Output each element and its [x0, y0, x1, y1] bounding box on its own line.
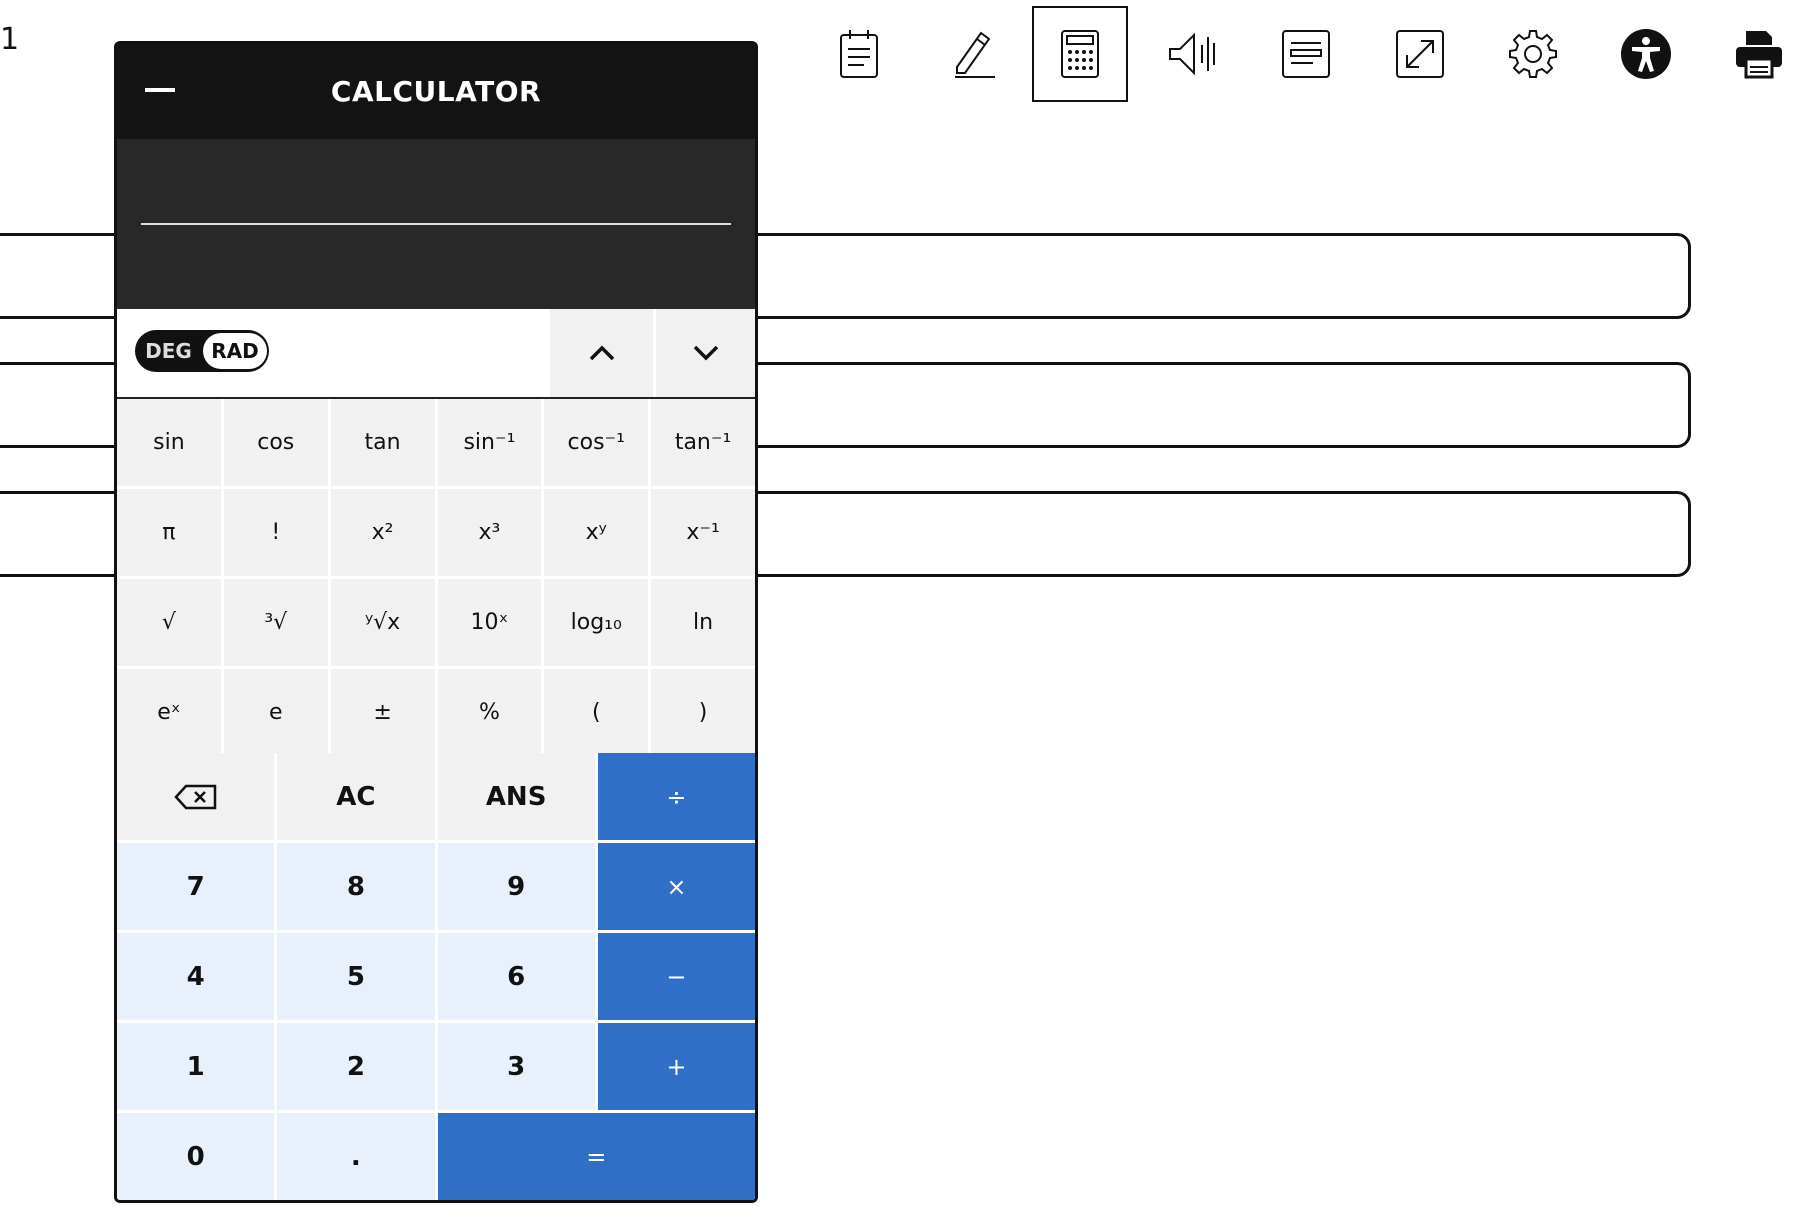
deg-label: DEG — [145, 339, 192, 363]
calculator-input[interactable] — [141, 189, 731, 223]
calculator-title: CALCULATOR — [330, 75, 542, 108]
speaker-icon — [1169, 32, 1215, 76]
line-reader-button[interactable] — [1258, 6, 1354, 102]
equals-key[interactable]: = — [437, 1113, 755, 1200]
arccos-key[interactable]: cos⁻¹ — [544, 399, 649, 486]
digit-5-key[interactable]: 5 — [277, 933, 435, 1020]
digit-3-key[interactable]: 3 — [437, 1023, 595, 1110]
highlighter-icon — [955, 31, 995, 78]
arctan-key[interactable]: tan⁻¹ — [651, 399, 755, 486]
display-underline — [141, 223, 731, 225]
deg-rad-toggle[interactable]: DEG RAD — [135, 330, 269, 372]
square-key[interactable]: x² — [330, 489, 435, 576]
digit-8-key[interactable]: 8 — [277, 843, 435, 930]
backspace-key[interactable] — [117, 753, 275, 840]
reciprocal-key[interactable]: x⁻¹ — [651, 489, 755, 576]
percent-key[interactable]: % — [437, 669, 542, 756]
digit-2-key[interactable]: 2 — [277, 1023, 435, 1110]
settings-button[interactable] — [1485, 6, 1581, 102]
backspace-icon — [173, 784, 216, 809]
scroll-up-button[interactable] — [550, 309, 653, 397]
decimal-key[interactable]: . — [277, 1113, 435, 1200]
cube-root-key[interactable]: ³√ — [223, 579, 328, 666]
digit-1-key[interactable]: 1 — [117, 1023, 275, 1110]
exp-key[interactable]: eˣ — [117, 669, 221, 756]
power-key[interactable]: xʸ — [544, 489, 649, 576]
digit-6-key[interactable]: 6 — [437, 933, 595, 1020]
scroll-down-button[interactable] — [656, 309, 755, 397]
accessibility-button[interactable] — [1598, 6, 1694, 102]
multiply-key[interactable]: × — [597, 843, 755, 930]
minus-key[interactable]: − — [597, 933, 755, 1020]
calculator-display — [117, 139, 755, 309]
rad-label: RAD — [203, 333, 267, 369]
digit-0-key[interactable]: 0 — [117, 1113, 275, 1200]
minimize-icon[interactable] — [145, 88, 175, 92]
sqrt-key[interactable]: √ — [117, 579, 221, 666]
calculator-button[interactable] — [1032, 6, 1128, 102]
factorial-key[interactable]: ! — [223, 489, 328, 576]
digit-7-key[interactable]: 7 — [117, 843, 275, 930]
scientific-keypad: sin cos tan sin⁻¹ cos⁻¹ tan⁻¹ π ! x² x³ … — [117, 399, 755, 756]
pi-key[interactable]: π — [117, 489, 221, 576]
digit-9-key[interactable]: 9 — [437, 843, 595, 930]
expand-icon — [1396, 30, 1444, 78]
question-number: 1 — [0, 22, 20, 57]
ln-key[interactable]: ln — [651, 579, 755, 666]
ten-power-key[interactable]: 10ˣ — [437, 579, 542, 666]
cos-key[interactable]: cos — [223, 399, 328, 486]
highlighter-button[interactable] — [924, 6, 1020, 102]
accessibility-icon — [1621, 29, 1671, 79]
all-clear-key[interactable]: AC — [277, 753, 435, 840]
notepad-button[interactable] — [811, 6, 907, 102]
calculator-header[interactable]: CALCULATOR — [117, 44, 755, 139]
sin-key[interactable]: sin — [117, 399, 221, 486]
arcsin-key[interactable]: sin⁻¹ — [437, 399, 542, 486]
gear-icon — [1509, 30, 1557, 78]
notepad-icon — [840, 30, 878, 78]
answer-key[interactable]: ANS — [437, 753, 595, 840]
line-reader-icon — [1282, 30, 1330, 78]
open-paren-key[interactable]: ( — [544, 669, 649, 756]
digit-4-key[interactable]: 4 — [117, 933, 275, 1020]
calculator-panel: CALCULATOR DEG RAD sin cos tan sin⁻¹ cos… — [114, 41, 758, 1203]
print-button[interactable] — [1711, 6, 1807, 102]
plus-minus-key[interactable]: ± — [330, 669, 435, 756]
printer-icon — [1736, 31, 1782, 79]
e-key[interactable]: e — [223, 669, 328, 756]
plus-key[interactable]: + — [597, 1023, 755, 1110]
log10-key[interactable]: log₁₀ — [544, 579, 649, 666]
chevron-up-icon — [589, 345, 614, 361]
text-to-speech-button[interactable] — [1145, 6, 1241, 102]
mode-row: DEG RAD — [117, 309, 755, 397]
main-keypad: AC ANS ÷ 7 8 9 × 4 5 6 − 1 2 3 + 0 . = — [117, 753, 755, 1200]
chevron-down-icon — [693, 345, 718, 361]
divide-key[interactable]: ÷ — [597, 753, 755, 840]
nth-root-key[interactable]: ʸ√x — [330, 579, 435, 666]
fullscreen-button[interactable] — [1372, 6, 1468, 102]
tan-key[interactable]: tan — [330, 399, 435, 486]
cube-key[interactable]: x³ — [437, 489, 542, 576]
calculator-icon — [1061, 30, 1099, 78]
close-paren-key[interactable]: ) — [651, 669, 755, 756]
